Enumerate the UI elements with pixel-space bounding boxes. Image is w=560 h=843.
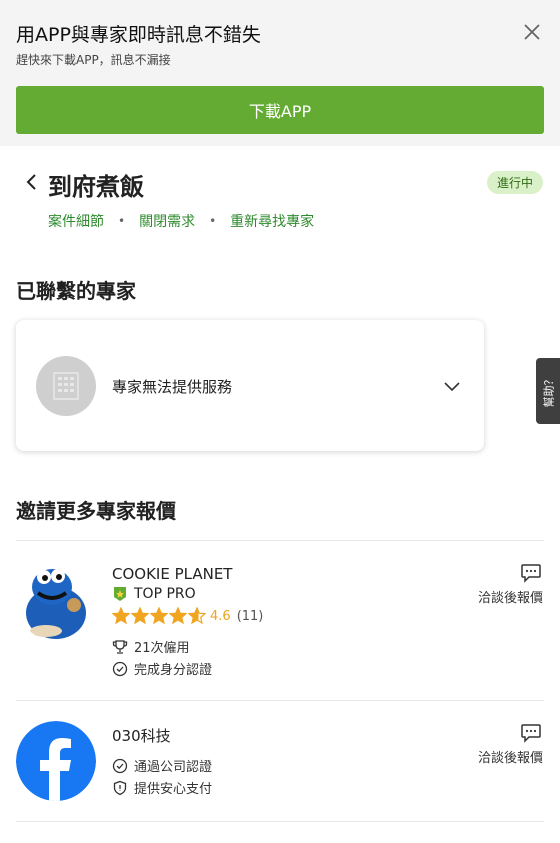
separator-dot: • (209, 214, 217, 228)
id-verified-row: 完成身分認證 (112, 659, 212, 678)
safe-payment-label: 提供安心支付 (134, 782, 213, 797)
star-icon (112, 607, 130, 625)
star-icon (169, 607, 187, 625)
help-tab[interactable]: 幫助？ (536, 358, 560, 424)
invite-section-title: 邀請更多專家報價 (16, 499, 176, 523)
hire-count-row: 21次僱用 (112, 637, 190, 656)
quote-status: 洽談後報價 (477, 591, 543, 606)
pro-avatar-cookie-monster (16, 561, 96, 641)
check-circle-icon (112, 758, 128, 773)
close-request-link[interactable]: 關閉需求 (139, 211, 195, 231)
close-icon[interactable] (520, 20, 544, 44)
star-icon (188, 607, 206, 625)
rating-count: (11) (236, 608, 264, 624)
hire-count: 21次僱用 (134, 641, 190, 656)
check-circle-icon (112, 661, 128, 676)
case-details-link[interactable]: 案件細節 (48, 211, 104, 231)
shield-icon (113, 780, 127, 795)
app-download-banner: 用APP與專家即時訊息不錯失 趕快來下載APP，訊息不漏接 下載APP (0, 0, 560, 146)
request-actions: 案件細節 • 關閉需求 • 重新尋找專家 (48, 211, 314, 231)
contacted-section-title: 已聯繫的專家 (16, 279, 136, 303)
contacted-pro-card[interactable]: 專家無法提供服務 (16, 320, 484, 451)
pro-list-item[interactable]: COOKIE PLANET 洽談後報價 TOP PRO 4.6 (11) 21次… (0, 541, 560, 701)
pro-name: COOKIE PLANET (112, 565, 233, 583)
facebook-logo-icon (16, 721, 96, 801)
rating-row: 4.6 (11) (112, 607, 263, 625)
star-icon (150, 607, 168, 625)
page-title: 到府煮飯 (48, 173, 144, 201)
chat-bubble-icon[interactable] (520, 723, 542, 743)
quote-status: 洽談後報價 (477, 751, 543, 766)
rating-value: 4.6 (210, 608, 231, 624)
pro-name: 030科技 (112, 727, 171, 745)
trophy-icon (112, 639, 128, 654)
download-app-button[interactable]: 下載APP (16, 86, 544, 134)
pro-unavailable-label: 專家無法提供服務 (112, 378, 233, 396)
top-pro-label: TOP PRO (134, 586, 196, 602)
chevron-down-icon[interactable] (442, 376, 462, 396)
status-badge: 進行中 (487, 171, 544, 194)
separator-dot: • (118, 214, 126, 228)
company-verified-row: 通過公司認證 (112, 756, 212, 775)
star-icon (131, 607, 149, 625)
back-arrow-icon[interactable] (20, 170, 44, 194)
company-verified-label: 通過公司認證 (134, 760, 213, 775)
chat-bubble-icon[interactable] (520, 563, 542, 583)
banner-title: 用APP與專家即時訊息不錯失 (16, 24, 261, 46)
banner-subtitle: 趕快來下載APP，訊息不漏接 (16, 53, 171, 67)
id-verified-label: 完成身分認證 (134, 663, 213, 678)
top-pro-badge-icon (114, 587, 126, 601)
top-pro-row: TOP PRO (112, 586, 196, 602)
find-again-link[interactable]: 重新尋找專家 (230, 211, 314, 231)
star-rating (112, 607, 207, 625)
divider (16, 821, 544, 822)
building-avatar-icon (36, 356, 96, 416)
safe-payment-row: 提供安心支付 (112, 778, 212, 797)
